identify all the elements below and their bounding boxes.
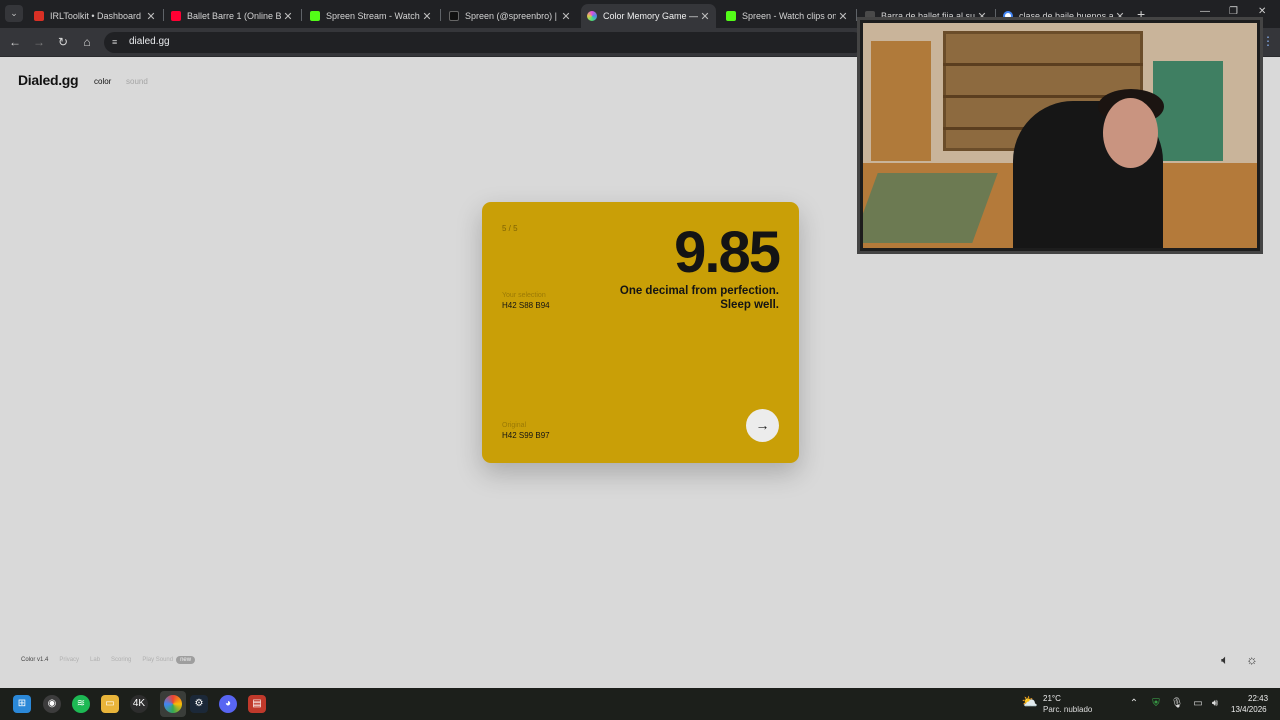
- tab-divider: [163, 9, 164, 21]
- close-window-button[interactable]: ✕: [1258, 6, 1266, 17]
- close-tab-icon[interactable]: ✕: [281, 10, 295, 23]
- network-icon[interactable]: ▭: [1191, 698, 1205, 709]
- next-button[interactable]: →: [746, 409, 779, 442]
- page-footer: Color v1.4 Privacy Lab Scoring Play Soun…: [21, 656, 206, 664]
- tab-title: Spreen Stream - Watch Li: [326, 11, 420, 21]
- sound-mode-tab[interactable]: sound: [126, 77, 148, 86]
- color-mode-tab[interactable]: color: [94, 77, 111, 86]
- tab-color-memory-game[interactable]: Color Memory Game — H ✕: [581, 4, 716, 28]
- home-icon[interactable]: ⌂: [79, 34, 95, 50]
- microphone-icon[interactable]: 🎙︎: [1170, 698, 1184, 709]
- result-card: 5 / 5 9.85 One decimal from perfection. …: [482, 202, 799, 463]
- address-bar[interactable]: ≡ dialed.gg: [104, 32, 864, 53]
- play-sound-link[interactable]: Play Sound: [142, 657, 173, 663]
- obs-icon[interactable]: ◉: [43, 695, 61, 713]
- original-value: H42 S99 B97: [502, 431, 550, 440]
- color-wheel-favicon-icon: [587, 11, 597, 21]
- maximize-button[interactable]: ❐: [1229, 6, 1238, 17]
- clock-date[interactable]: 13/4/2026: [1231, 705, 1267, 714]
- lab-link[interactable]: Lab: [90, 657, 100, 663]
- tab-spreen-stream[interactable]: Spreen Stream - Watch Li ✕: [304, 4, 438, 28]
- close-tab-icon[interactable]: ✕: [836, 10, 850, 23]
- weather-description[interactable]: Parc. nublado: [1043, 705, 1092, 714]
- weather-temperature[interactable]: 21°C: [1043, 694, 1061, 703]
- app-icon[interactable]: ▤: [248, 695, 266, 713]
- windows-taskbar: ⊞ ◉ ≋ ▭ 4K ⚙ ◕ ▤ ⛅: [0, 688, 1280, 720]
- tab-search-button[interactable]: ⌄: [5, 5, 23, 22]
- door-shape: [871, 41, 931, 161]
- tab-title: Spreen (@spreenbro) | Tik: [465, 11, 559, 21]
- site-logo[interactable]: Dialed.gg: [18, 72, 79, 88]
- tab-ballet-barre[interactable]: Ballet Barre 1 (Online Ball ✕: [165, 4, 299, 28]
- close-tab-icon[interactable]: ✕: [420, 10, 434, 23]
- windows-start-icon[interactable]: ⊞: [13, 695, 31, 713]
- score-message: One decimal from perfection. Sleep well.: [619, 285, 779, 311]
- discord-icon[interactable]: ◕: [219, 695, 237, 713]
- tab-spreen-clips[interactable]: Spreen - Watch clips on K ✕: [720, 4, 854, 28]
- new-badge: new: [176, 656, 196, 664]
- version-label: Color v1.4: [21, 657, 49, 663]
- back-arrow-icon[interactable]: ←: [7, 34, 23, 50]
- selection-label: Your selection: [502, 292, 546, 299]
- tab-title: Ballet Barre 1 (Online Ball: [187, 11, 281, 21]
- browser-menu-icon[interactable]: ⋮: [1262, 34, 1274, 50]
- privacy-link[interactable]: Privacy: [59, 657, 79, 663]
- selection-value: H42 S88 B94: [502, 301, 550, 310]
- tab-title: Spreen - Watch clips on K: [742, 11, 836, 21]
- minimize-button[interactable]: —: [1200, 6, 1210, 17]
- tab-title: IRLToolkit • Dashboard: [50, 11, 142, 21]
- figure-shape: [1153, 61, 1223, 161]
- speaker-icon[interactable]: 🔊︎: [1208, 698, 1222, 709]
- tab-spreen-tiktok[interactable]: Spreen (@spreenbro) | Tik ✕: [443, 4, 577, 28]
- close-tab-icon[interactable]: ✕: [144, 10, 158, 23]
- tab-divider: [440, 9, 441, 21]
- file-explorer-icon[interactable]: ▭: [101, 695, 119, 713]
- tab-title: Color Memory Game — H: [603, 11, 698, 21]
- kick-favicon-icon: [726, 11, 736, 21]
- close-tab-icon[interactable]: ✕: [698, 10, 712, 23]
- clock-time[interactable]: 22:43: [1248, 694, 1268, 703]
- url-text[interactable]: dialed.gg: [129, 36, 170, 47]
- shelf-line: [943, 63, 1143, 66]
- irltoolkit-favicon-icon: [34, 11, 44, 21]
- tab-divider: [301, 9, 302, 21]
- kick-favicon-icon: [310, 11, 320, 21]
- head-shape: [1103, 98, 1158, 168]
- forward-arrow-icon[interactable]: →: [31, 34, 47, 50]
- site-info-icon[interactable]: ≡: [112, 37, 122, 47]
- theme-toggle-sun-icon[interactable]: ☼: [1244, 652, 1260, 668]
- volume-icon[interactable]: 🔈︎: [1217, 652, 1233, 668]
- scoring-link[interactable]: Scoring: [111, 657, 131, 663]
- security-shield-icon[interactable]: ⛨: [1149, 698, 1163, 709]
- youtube-favicon-icon: [171, 11, 181, 21]
- tiktok-favicon-icon: [449, 11, 459, 21]
- video-downloader-icon[interactable]: 4K: [130, 695, 148, 713]
- steam-icon[interactable]: ⚙: [190, 695, 208, 713]
- webcam-feed-image: [863, 23, 1257, 248]
- round-counter: 5 / 5: [502, 224, 518, 233]
- close-tab-icon[interactable]: ✕: [559, 10, 573, 23]
- show-hidden-icons-chevron-icon[interactable]: ⌃: [1127, 698, 1141, 709]
- arrow-right-icon: →: [755, 417, 770, 433]
- chrome-icon[interactable]: [164, 695, 182, 713]
- weather-partly-cloudy-icon[interactable]: ⛅: [1021, 694, 1039, 712]
- spotify-icon[interactable]: ≋: [72, 695, 90, 713]
- webcam-overlay: [857, 17, 1263, 254]
- reload-icon[interactable]: ↻: [55, 34, 71, 50]
- score-value: 9.85: [674, 220, 781, 285]
- original-label: Original: [502, 422, 527, 429]
- tab-irltoolkit[interactable]: IRLToolkit • Dashboard ✕: [28, 4, 162, 28]
